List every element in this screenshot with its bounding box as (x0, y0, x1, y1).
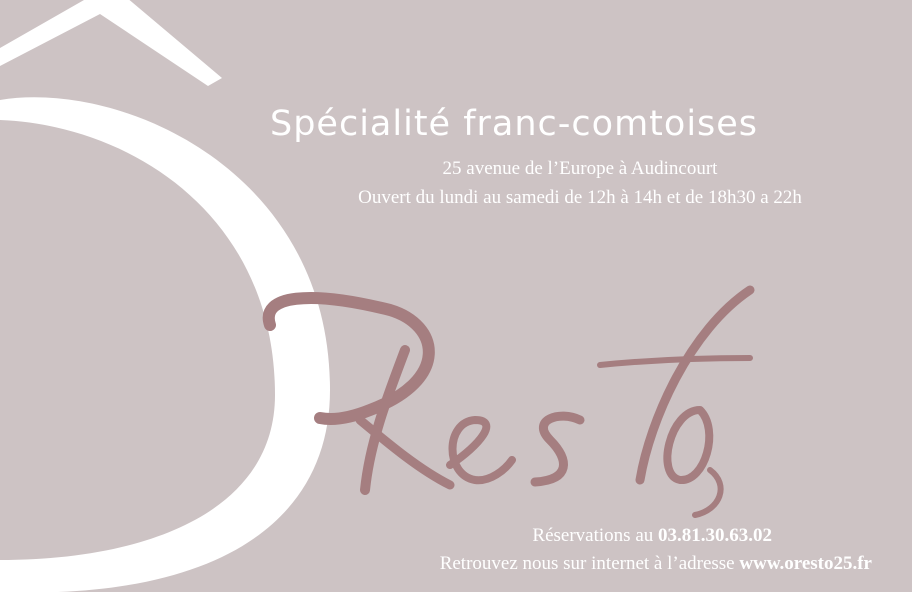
headline-specialites: Spécialité franc-comtoises (270, 104, 759, 144)
script-o (663, 406, 714, 484)
reservations-line: Réservations au 03.81.30.63.02 (532, 525, 772, 547)
phone-number[interactable]: 03.81.30.63.02 (658, 525, 772, 546)
script-tail (692, 467, 724, 518)
script-t-stem (635, 285, 755, 485)
resto-script-logo-icon (262, 285, 755, 518)
opening-hours-text: Ouvert du lundi au samedi de 12h à 14h e… (358, 187, 802, 208)
script-s (530, 411, 585, 487)
script-r-stem (360, 345, 410, 495)
website-link[interactable]: www.oresto25.fr (739, 553, 872, 574)
website-line: Retrouvez nous sur internet à l’adresse … (440, 553, 872, 575)
script-e (446, 416, 516, 485)
website-label: Retrouvez nous sur internet à l’adresse (439, 553, 740, 574)
script-t-cross (597, 355, 753, 368)
reservations-label: Réservations au (532, 525, 658, 546)
circumflex-icon (0, 0, 222, 86)
address-text: 25 avenue de l’Europe à Audincourt (442, 158, 718, 179)
